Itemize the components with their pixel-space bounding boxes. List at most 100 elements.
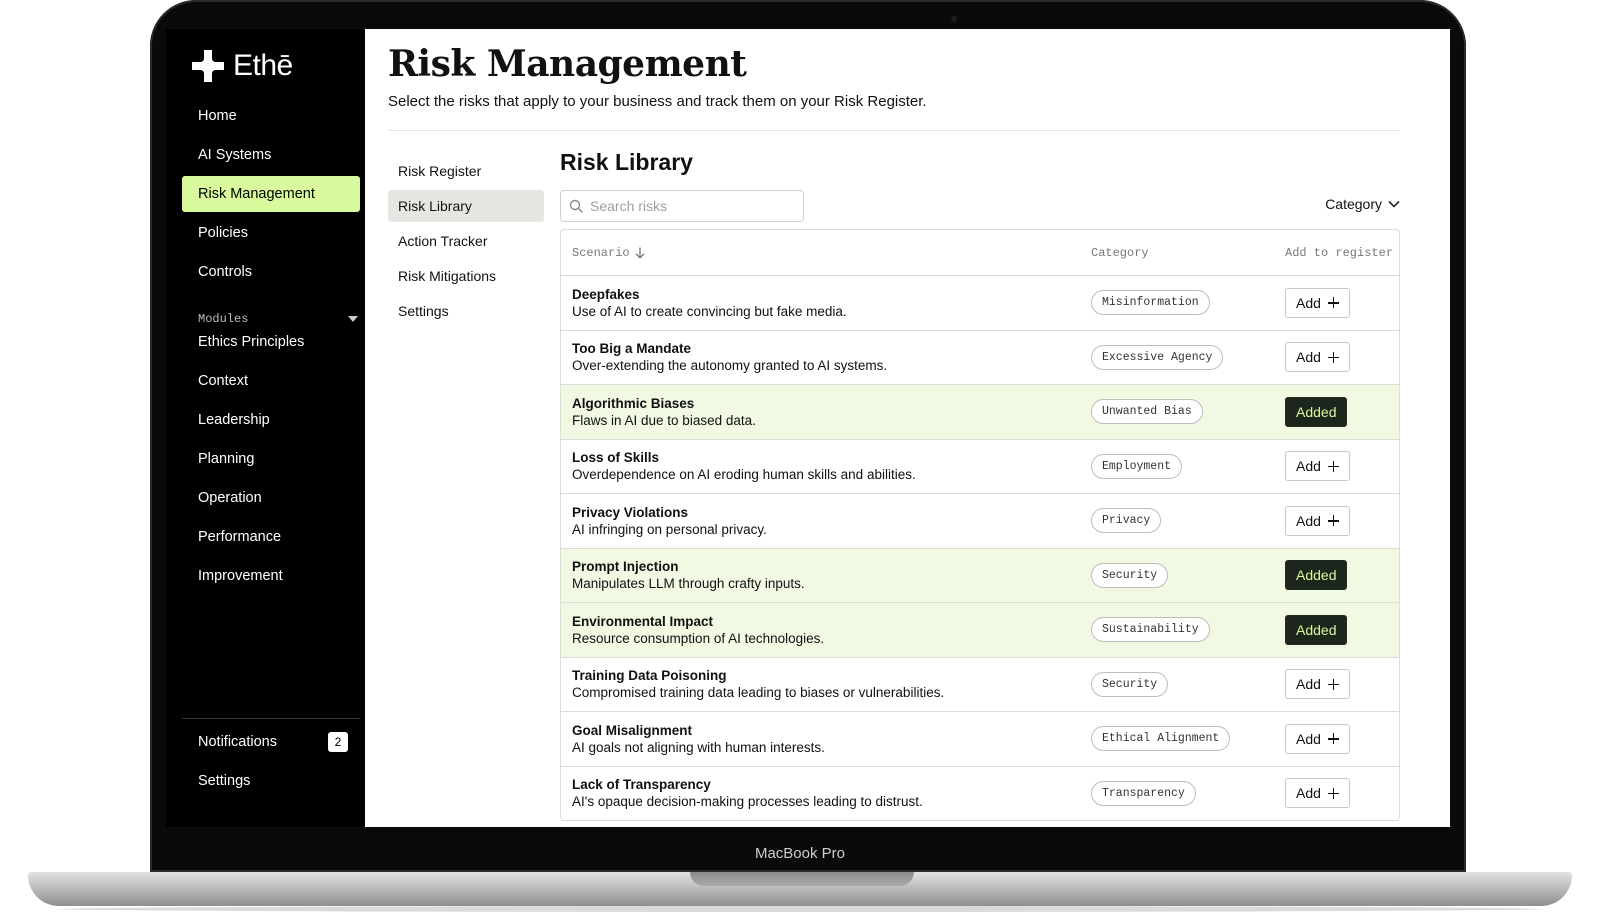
add-button-label: Add <box>1296 349 1321 366</box>
sidebar-item-notifications[interactable]: Notifications 2 <box>182 724 360 760</box>
brand-logo[interactable]: Ethē <box>191 49 293 83</box>
main-content: Risk Management Select the risks that ap… <box>365 29 1450 827</box>
risk-description: AI goals not aligning with human interes… <box>572 739 825 755</box>
subnav-risk-mitigations[interactable]: Risk Mitigations <box>388 260 544 292</box>
scenario-cell: Too Big a Mandate Over-extending the auto… <box>561 341 1080 373</box>
subnav-risk-register[interactable]: Risk Register <box>388 155 544 187</box>
subnav-action-tracker[interactable]: Action Tracker <box>388 225 544 257</box>
table-row: Prompt Injection Manipulates LLM through … <box>561 548 1399 603</box>
category-cell: Security <box>1080 671 1274 697</box>
category-cell: Transparency <box>1080 780 1274 806</box>
risk-title: Goal Misalignment <box>572 722 693 738</box>
category-tag: Employment <box>1091 453 1183 479</box>
sidebar-item-risk-management[interactable]: Risk Management <box>182 176 360 212</box>
add-cell: Add <box>1274 342 1399 373</box>
risk-title: Environmental Impact <box>572 613 714 629</box>
add-button[interactable]: Add <box>1285 723 1350 754</box>
add-button[interactable]: Add <box>1285 287 1350 318</box>
risk-description: AI infringing on personal privacy. <box>572 521 767 537</box>
laptop-notch <box>690 872 914 886</box>
added-button[interactable]: Added <box>1285 396 1348 427</box>
add-button[interactable]: Add <box>1285 505 1350 536</box>
table-row: Privacy Violations AI infringing on perso… <box>561 494 1399 549</box>
ethe-logo-icon <box>192 50 224 82</box>
category-tag: Transparency <box>1091 780 1196 806</box>
plus-icon <box>1327 297 1339 309</box>
table-row: Environmental Impact Resource consumption… <box>561 603 1399 658</box>
plus-icon <box>1327 351 1339 363</box>
add-button[interactable]: Add <box>1285 342 1350 373</box>
sidebar: Ethē Home AI Systems Risk Management Pol… <box>166 29 365 827</box>
add-cell: Added <box>1274 396 1399 427</box>
sidebar-item-context[interactable]: Context <box>182 363 360 399</box>
category-cell: Employment <box>1080 453 1274 479</box>
category-tag: Privacy <box>1091 508 1162 534</box>
table-row: Loss of Skills Overdependence on AI erodi… <box>561 440 1399 494</box>
risk-description: Resource consumption of AI technologies. <box>572 630 825 646</box>
add-button[interactable]: Add <box>1285 669 1350 700</box>
scenario-cell: Deepfakes Use of AI to create convincing … <box>561 287 1080 319</box>
risk-title: Too Big a Mandate <box>572 341 692 357</box>
add-button-label: Add <box>1296 785 1321 802</box>
category-tag: Sustainability <box>1091 617 1210 643</box>
risk-title: Lack of Transparency <box>572 777 711 793</box>
add-button-label: Add <box>1296 512 1321 529</box>
scenario-cell: Algorithmic Biases Flaws in AI due to bia… <box>561 396 1080 428</box>
sidebar-item-home[interactable]: Home <box>182 98 360 134</box>
sidebar-item-improvement[interactable]: Improvement <box>182 558 360 594</box>
add-cell: Add <box>1274 287 1399 318</box>
search-box[interactable] <box>560 190 804 222</box>
category-cell: Misinformation <box>1080 290 1274 316</box>
section-title: Risk Library <box>560 149 693 175</box>
sort-arrow-down-icon <box>635 247 645 259</box>
category-column-header: Category <box>1091 245 1149 260</box>
add-button[interactable]: Add <box>1285 778 1350 809</box>
sidebar-item-operation[interactable]: Operation <box>182 480 360 516</box>
table-header: Scenario Category Add to register <box>561 230 1399 276</box>
sidebar-item-leadership[interactable]: Leadership <box>182 402 360 438</box>
add-button[interactable]: Add <box>1285 451 1350 482</box>
camera-dot <box>951 16 957 22</box>
add-cell: Add <box>1274 669 1399 700</box>
sidebar-item-planning[interactable]: Planning <box>182 441 360 477</box>
table-row: Training Data Poisoning Compromised train… <box>561 658 1399 712</box>
sidebar-item-settings[interactable]: Settings <box>182 763 360 799</box>
add-cell: Added <box>1274 560 1399 591</box>
category-tag: Ethical Alignment <box>1091 726 1231 752</box>
risk-description: Manipulates LLM through crafty inputs. <box>572 576 805 592</box>
add-button-label: Add <box>1296 458 1321 475</box>
subnav-risk-library[interactable]: Risk Library <box>388 190 544 222</box>
page-subtitle: Select the risks that apply to your busi… <box>388 93 927 110</box>
scenario-cell: Lack of Transparency AI's opaque decision… <box>561 777 1080 809</box>
laptop-shadow <box>60 906 1540 912</box>
sidebar-item-ethics-principles[interactable]: Ethics Principles <box>182 324 360 360</box>
category-cell: Excessive Agency <box>1080 344 1274 370</box>
category-tag: Misinformation <box>1091 290 1210 316</box>
sidebar-item-ai-systems[interactable]: AI Systems <box>182 137 360 173</box>
sidebar-item-policies[interactable]: Policies <box>182 215 360 251</box>
scenario-cell: Prompt Injection Manipulates LLM through … <box>561 559 1080 591</box>
risk-description: AI's opaque decision-making processes le… <box>572 794 923 810</box>
sidebar-item-performance[interactable]: Performance <box>182 519 360 555</box>
add-button-label: Add <box>1296 676 1321 693</box>
scenario-cell: Loss of Skills Overdependence on AI erodi… <box>561 450 1080 482</box>
chevron-down-icon <box>1388 200 1400 208</box>
risk-title: Algorithmic Biases <box>572 395 695 411</box>
add-cell: Add <box>1274 505 1399 536</box>
risk-title: Privacy Violations <box>572 504 689 520</box>
subnav-settings[interactable]: Settings <box>388 295 544 327</box>
added-button[interactable]: Added <box>1285 560 1348 591</box>
risk-table: Scenario Category Add to register Deepfa… <box>560 229 1400 821</box>
added-button[interactable]: Added <box>1285 614 1348 645</box>
notifications-count-badge: 2 <box>328 732 348 752</box>
add-cell: Added <box>1274 614 1399 645</box>
category-tag: Unwanted Bias <box>1091 399 1203 425</box>
risk-description: Overdependence on AI eroding human skill… <box>572 467 916 483</box>
scenario-column-header[interactable]: Scenario <box>561 246 1080 260</box>
search-input[interactable] <box>590 198 790 214</box>
sidebar-item-controls[interactable]: Controls <box>182 254 360 290</box>
category-cell: Sustainability <box>1080 617 1274 643</box>
category-filter-dropdown[interactable]: Category <box>1325 196 1400 212</box>
plus-icon <box>1327 460 1339 472</box>
add-cell: Add <box>1274 451 1399 482</box>
